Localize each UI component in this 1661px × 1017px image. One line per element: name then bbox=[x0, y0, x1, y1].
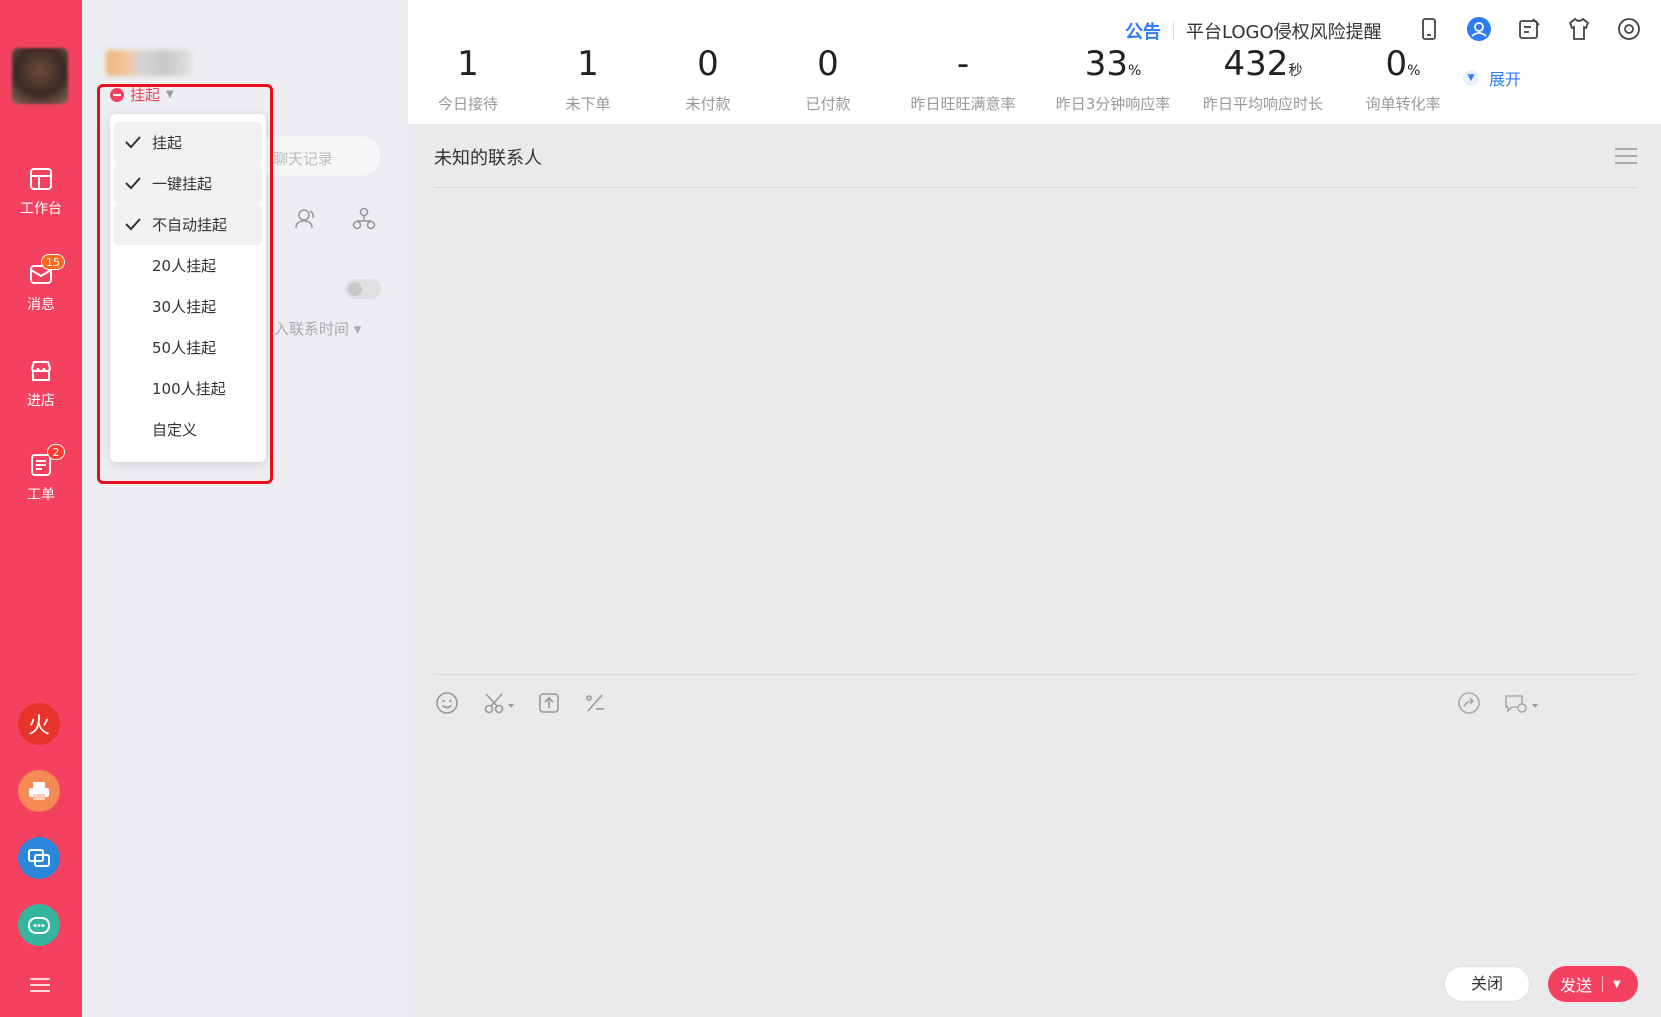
avatar[interactable] bbox=[12, 48, 68, 104]
store-icon bbox=[27, 358, 55, 384]
message-badge: 15 bbox=[41, 254, 65, 270]
search-placeholder: 聊天记录 bbox=[273, 150, 334, 168]
screenshot-icon[interactable] bbox=[482, 690, 522, 716]
sort-selector[interactable]: 入联系时间 ▾ bbox=[274, 318, 361, 339]
dropdown-item-20[interactable]: 20人挂起 bbox=[114, 245, 262, 286]
stat-unpaid[interactable]: 0 未付款 bbox=[648, 44, 768, 114]
close-button[interactable]: 关闭 bbox=[1444, 966, 1530, 1002]
dropdown-item-one-click-suspend[interactable]: 一键挂起 bbox=[114, 163, 262, 204]
check-icon bbox=[125, 218, 141, 231]
caret-down-icon[interactable]: ▼ bbox=[1613, 979, 1621, 990]
check-icon bbox=[125, 136, 141, 149]
menu-icon[interactable] bbox=[30, 978, 50, 994]
dropdown-item-custom[interactable]: 自定义 bbox=[114, 409, 262, 450]
stat-avg-response[interactable]: 432秒 昨日平均响应时长 bbox=[1188, 44, 1338, 114]
sidebar-item-label: 消息 bbox=[27, 297, 55, 313]
chevron-down-icon: ▼ bbox=[1463, 70, 1479, 86]
stat-today-received[interactable]: 1 今日接待 bbox=[408, 44, 528, 114]
status-dropdown-menu: 挂起 一键挂起 不自动挂起 20人挂起 30人挂起 50人挂起 100人挂起 自… bbox=[110, 114, 266, 462]
chat-title: 未知的联系人 bbox=[434, 148, 542, 169]
expand-button[interactable]: ▼ 展开 bbox=[1463, 66, 1521, 90]
settings-icon[interactable] bbox=[1616, 16, 1642, 42]
ticket-icon: 2 bbox=[27, 444, 65, 478]
skin-icon[interactable] bbox=[1566, 16, 1592, 42]
announcement[interactable]: 公告 平台LOGO侵权风险提醒 bbox=[1125, 18, 1382, 44]
profile-icon[interactable] bbox=[1466, 16, 1492, 42]
stat-satisfaction[interactable]: - 昨日旺旺满意率 bbox=[888, 44, 1038, 114]
group-filter-icon[interactable] bbox=[351, 206, 377, 232]
sidebar-item-ticket[interactable]: 2 工单 bbox=[0, 444, 82, 504]
toggle-switch[interactable] bbox=[345, 279, 381, 299]
sidebar-item-store[interactable]: 进店 bbox=[0, 358, 82, 410]
bot-app-icon[interactable] bbox=[18, 904, 60, 946]
dropdown-item-50[interactable]: 50人挂起 bbox=[114, 327, 262, 368]
left-sidebar: 工作台 15 消息 进店 2 工单 火 bbox=[0, 0, 82, 1017]
check-icon bbox=[125, 177, 141, 190]
stat-not-ordered[interactable]: 1 未下单 bbox=[528, 44, 648, 114]
notes-icon[interactable] bbox=[1516, 16, 1542, 42]
fire-app-icon[interactable]: 火 bbox=[18, 703, 60, 745]
sidebar-item-label: 进店 bbox=[27, 393, 55, 409]
dropdown-item-suspend[interactable]: 挂起 bbox=[114, 122, 262, 163]
share-icon[interactable] bbox=[1456, 690, 1482, 716]
printer-app-icon[interactable] bbox=[18, 770, 60, 812]
phone-icon[interactable] bbox=[1416, 16, 1442, 42]
dropdown-item-100[interactable]: 100人挂起 bbox=[114, 368, 262, 409]
sidebar-item-label: 工作台 bbox=[20, 201, 62, 217]
chat-app-icon[interactable] bbox=[18, 837, 60, 879]
stat-conversion[interactable]: 0% 询单转化率 bbox=[1338, 44, 1468, 114]
search-input[interactable]: 聊天记录 bbox=[255, 136, 380, 176]
upload-icon[interactable] bbox=[536, 690, 562, 716]
announcement-text: 平台LOGO侵权风险提醒 bbox=[1186, 22, 1382, 43]
stat-3min-response[interactable]: 33% 昨日3分钟响应率 bbox=[1038, 44, 1188, 114]
emoji-icon[interactable] bbox=[434, 690, 460, 716]
discount-icon[interactable] bbox=[582, 690, 608, 716]
announcement-tag: 公告 bbox=[1125, 22, 1161, 43]
dropdown-item-30[interactable]: 30人挂起 bbox=[114, 286, 262, 327]
send-button[interactable]: 发送 ▼ bbox=[1548, 966, 1638, 1002]
contact-filter-icon[interactable] bbox=[293, 206, 319, 232]
user-name-blurred bbox=[106, 50, 192, 76]
ticket-badge: 2 bbox=[47, 444, 65, 460]
chat-panel: 未知的联系人 关闭 发送 ▼ bbox=[408, 124, 1661, 1017]
dropdown-item-no-auto-suspend[interactable]: 不自动挂起 bbox=[114, 204, 262, 245]
message-icon: 15 bbox=[27, 254, 65, 288]
stat-paid[interactable]: 0 已付款 bbox=[768, 44, 888, 114]
sidebar-item-message[interactable]: 15 消息 bbox=[0, 254, 82, 314]
hamburger-menu-icon[interactable] bbox=[1615, 148, 1637, 164]
workbench-icon bbox=[27, 166, 55, 192]
sidebar-item-label: 工单 bbox=[27, 487, 55, 503]
sidebar-item-workbench[interactable]: 工作台 bbox=[0, 166, 82, 218]
quick-reply-icon[interactable] bbox=[1502, 690, 1542, 716]
